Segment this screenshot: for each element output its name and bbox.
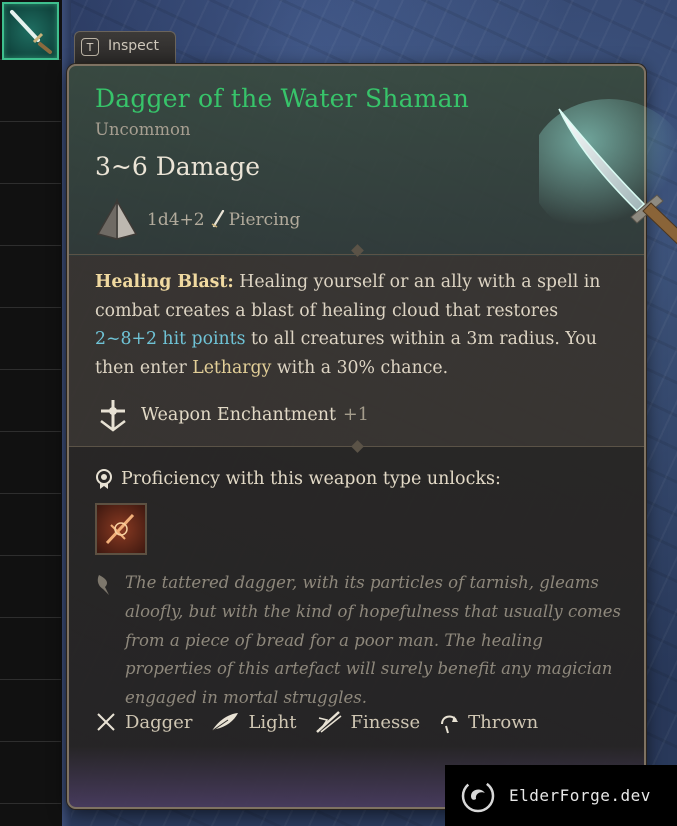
item-rarity: Uncommon [95,120,191,139]
crossed-daggers-icon [97,713,115,731]
condition-link[interactable]: Lethargy [192,358,271,378]
inventory-slot[interactable] [0,372,61,432]
weapon-enchantment-icon [100,400,126,432]
enchantment-label: Weapon Enchantment [141,405,337,425]
property-finesse[interactable]: Finesse [315,710,420,734]
property-thrown[interactable]: Thrown [438,710,538,734]
proficiency-label: Proficiency with this weapon type unlock… [121,469,501,489]
inventory-slot[interactable] [0,186,61,246]
inventory-grid [0,0,63,826]
piercing-icon [211,210,224,228]
thrown-icon [441,715,459,734]
proficiency-action-button[interactable] [95,503,147,555]
damage-type: Piercing [228,210,301,230]
inventory-slot[interactable] [0,744,61,804]
inventory-slot[interactable] [0,124,61,184]
lore-text: The tattered dagger, with its particles … [125,573,622,708]
enchantment-bonus: +1 [343,405,369,425]
watermark-text: ElderForge.dev [509,786,651,805]
selected-inventory-slot[interactable] [2,2,59,60]
damage-dice-row: 1d4+2 Piercing [95,198,301,240]
inventory-slot[interactable] [0,310,61,370]
watermark: ElderForge.dev [445,765,677,826]
elderforge-logo-icon [461,779,495,812]
weapon-properties: Dagger Light Finesse Thrown [95,706,556,738]
inventory-slot[interactable] [0,496,61,556]
dice-value: 1d4+2 [147,210,205,230]
feather-icon [212,713,239,732]
effect-label: Healing Blast: [95,272,234,292]
finesse-icon [315,711,341,733]
proficiency-row: Proficiency with this weapon type unlock… [95,466,501,492]
inventory-slot[interactable] [0,248,61,308]
dagger-action-icon [105,513,135,545]
property-dagger[interactable]: Dagger [95,711,192,733]
inventory-slot[interactable] [0,620,61,680]
d4-dice-icon [96,198,138,240]
dagger-item-icon [10,10,52,54]
inspect-hotkey: T [81,38,99,56]
effect-description: Healing Blast: Healing yourself or an al… [95,272,601,378]
heal-amount[interactable]: 2~8+2 hit points [95,329,245,349]
enchantment-row: Weapon Enchantment +1 [95,397,369,433]
item-damage: 3~6 Damage [95,152,261,181]
proficiency-icon [96,469,112,489]
inspect-tab[interactable]: T Inspect [74,31,176,65]
property-light[interactable]: Light [210,711,297,733]
item-name: Dagger of the Water Shaman [95,84,469,113]
inventory-slot[interactable] [0,682,61,742]
inventory-slot[interactable] [0,62,61,122]
quill-icon [97,575,109,595]
item-tooltip: Dagger of the Water Shaman Uncommon 3~6 … [67,64,677,809]
inventory-slot[interactable] [0,558,61,618]
inventory-slot[interactable] [0,434,61,494]
inspect-label: Inspect [108,38,159,54]
